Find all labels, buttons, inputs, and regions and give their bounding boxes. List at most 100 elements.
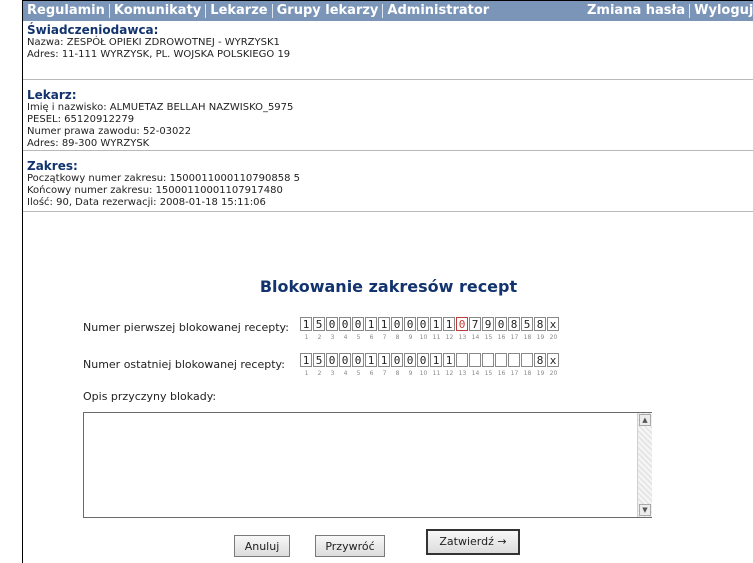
doctor-section: Lekarz: Imię i nazwisko: ALMUETAZ BELLAH… [23,80,753,151]
doctor-heading: Lekarz: [27,88,77,102]
digit-box[interactable] [469,353,481,367]
position-number: 4 [343,334,348,341]
provider-heading: Świadczeniodawca: [27,23,159,37]
cancel-button[interactable]: Anuluj [234,535,290,557]
digit-box[interactable]: 1 [443,353,455,367]
doctor-license-number: Numer prawa zawodu: 52-03022 [27,126,192,137]
digit-box[interactable]: 1 [365,353,377,367]
digit-box[interactable]: 1 [443,317,455,331]
nav-item-lekarze[interactable]: Lekarze [206,1,271,21]
digit-box[interactable]: 5 [313,317,325,331]
digit-box[interactable]: 0 [391,317,403,331]
position-number: 11 [432,334,441,341]
position-number: 3 [330,370,335,377]
position-number: 14 [471,334,480,341]
provider-name: Nazwa: ZESPÓŁ OPIEKI ZDROWOTNEJ - WYRZYS… [27,37,280,48]
position-number: 1 [304,370,309,377]
digit-box[interactable]: 1 [365,317,377,331]
digit-box[interactable] [521,353,533,367]
digit-box[interactable]: 0 [404,353,416,367]
digit-box[interactable]: 0 [417,353,429,367]
digit-box[interactable]: 7 [469,317,481,331]
digit-box[interactable]: 0 [417,317,429,331]
first-prescription-label: Numer pierwszej blokowanej recepty: [83,321,289,334]
last-position-numbers: 1 2 3 4 5 6 7 8 9 10 11 12 13 14 15 16 17 18 19 20 [300,370,560,377]
position-number: 8 [395,334,400,341]
digit-box[interactable]: 5 [521,317,533,331]
nav-item-change-password[interactable]: Zmiana hasła [583,1,689,21]
digit-box[interactable]: 1 [378,317,390,331]
doctor-pesel: PESEL: 65120912279 [27,114,135,125]
digit-box[interactable]: x [547,317,559,331]
position-number: 19 [536,370,545,377]
page-title: Blokowanie zakresów recept [259,277,518,296]
reason-label: Opis przyczyny blokady: [83,390,217,403]
position-number: 8 [395,370,400,377]
position-number: 18 [523,370,532,377]
position-number: 12 [445,334,454,341]
confirm-button[interactable]: Zatwierdź → [426,529,520,555]
first-prescription-digits: 1500011000110790858x [300,317,560,331]
position-number: 17 [510,370,519,377]
last-prescription-digits: 1500011000118x [300,353,560,367]
nav-item-logout[interactable]: Wyloguj [690,1,753,21]
nav-item-komunikaty[interactable]: Komunikaty [110,1,205,21]
position-number: 2 [317,334,322,341]
position-number: 13 [458,370,467,377]
app-frame: Regulamin Komunikaty Lekarze Grupy lekarzy A… [22,0,753,563]
reason-textarea[interactable] [83,412,652,518]
position-number: 2 [317,370,322,377]
digit-box[interactable]: 5 [313,353,325,367]
digit-box[interactable] [508,353,520,367]
position-number: 17 [510,334,519,341]
position-number: 16 [497,334,506,341]
scroll-up-icon[interactable]: ▲ [639,414,651,426]
digit-box[interactable] [482,353,494,367]
digit-box[interactable]: 0 [404,317,416,331]
position-number: 5 [356,370,361,377]
digit-box[interactable]: 1 [300,353,312,367]
position-number: 11 [432,370,441,377]
digit-box[interactable]: 0 [326,317,338,331]
nav-right-group: Zmiana hasła Wyloguj [583,1,753,21]
digit-box[interactable]: 0 [339,353,351,367]
digit-box[interactable]: 8 [534,353,546,367]
digit-box[interactable]: 8 [508,317,520,331]
digit-box[interactable]: 8 [534,317,546,331]
reason-scrollbar[interactable]: ▲ ▼ [637,413,652,517]
digit-box[interactable]: 1 [430,353,442,367]
range-quantity-date: Ilość: 90, Data rezerwacji: 2008-01-18 1… [27,197,266,208]
digit-box[interactable] [456,353,468,367]
position-number: 7 [382,334,387,341]
restore-button[interactable]: Przywróć [315,535,385,557]
digit-box[interactable]: 0 [495,317,507,331]
position-number: 9 [408,334,413,341]
position-number: 4 [343,370,348,377]
position-number: 15 [484,370,493,377]
digit-box[interactable]: 0 [339,317,351,331]
position-number: 16 [497,370,506,377]
provider-address: Adres: 11-111 WYRZYSK, PL. WOJSKA POLSKI… [27,49,291,60]
range-start-number: Początkowy numer zakresu: 15000110001107… [27,173,301,184]
digit-box[interactable]: 0 [391,353,403,367]
digit-box[interactable]: 1 [430,317,442,331]
digit-box[interactable]: 9 [482,317,494,331]
provider-section: Świadczeniodawca: Nazwa: ZESPÓŁ OPIEKI Z… [23,21,753,80]
digit-box[interactable]: x [547,353,559,367]
digit-box[interactable]: 1 [378,353,390,367]
digit-box[interactable]: 0 [352,317,364,331]
digit-box[interactable]: 1 [300,317,312,331]
position-number: 18 [523,334,532,341]
nav-item-regulamin[interactable]: Regulamin [23,1,109,21]
digit-box[interactable]: 0 [326,353,338,367]
digit-box[interactable]: 0 [352,353,364,367]
position-number: 6 [369,334,374,341]
position-number: 19 [536,334,545,341]
scroll-down-icon[interactable]: ▼ [639,504,651,516]
digit-box[interactable] [495,353,507,367]
position-number: 14 [471,370,480,377]
range-end-number: Końcowy numer zakresu: 15000110001107917… [27,185,283,196]
digit-box[interactable]: 0 [456,317,468,331]
nav-item-grupy-lekarzy[interactable]: Grupy lekarzy [273,1,383,21]
nav-item-administrator[interactable]: Administrator [383,1,493,21]
